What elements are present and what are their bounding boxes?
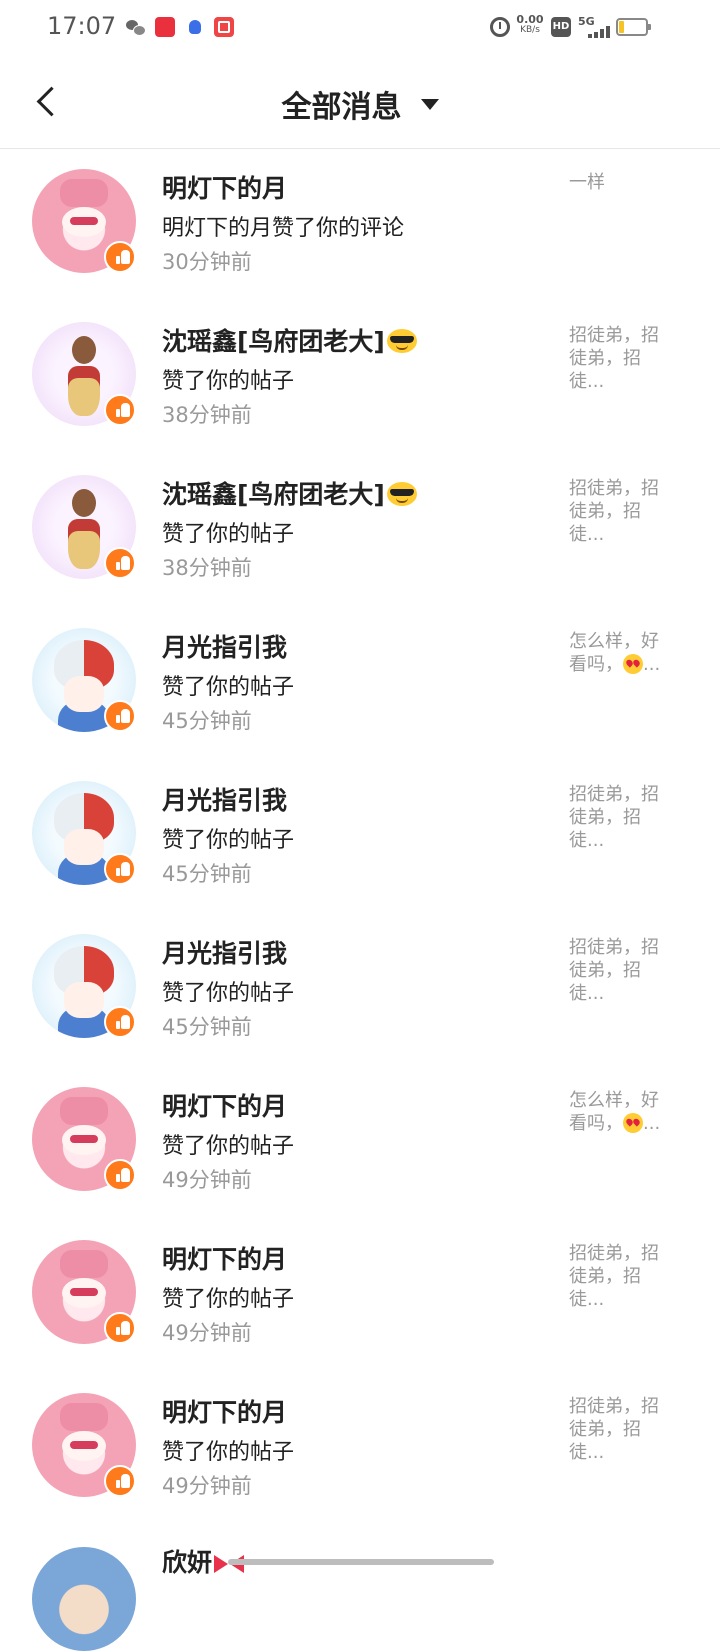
timestamp: 49分钟前 xyxy=(162,1321,252,1345)
action-text: 赞了你的帖子 xyxy=(162,1134,295,1159)
action-text: 赞了你的帖子 xyxy=(162,369,295,394)
battery-icon xyxy=(616,18,651,36)
sunglasses-emoji xyxy=(386,482,417,506)
page-title: 全部消息 xyxy=(281,90,402,125)
action-text: 赞了你的帖子 xyxy=(162,675,295,700)
avatar[interactable] xyxy=(32,1547,136,1651)
action-text: 赞了你的帖子 xyxy=(162,522,295,547)
user-name-text: 沈瑶鑫[鸟府团老大] xyxy=(162,480,385,509)
list-item[interactable]: 沈瑶鑫[鸟府团老大] 赞了你的帖子 38分钟前 招徒弟，招徒弟，招徒... xyxy=(0,302,720,455)
user-name-text: 月光指引我 xyxy=(162,786,288,815)
action-text: 明灯下的月赞了你的评论 xyxy=(162,216,405,241)
timestamp: 45分钟前 xyxy=(162,1015,252,1039)
post-preview[interactable]: 招徒弟，招徒弟，招徒... xyxy=(569,477,673,546)
timestamp: 49分钟前 xyxy=(162,1474,252,1498)
timestamp: 49分钟前 xyxy=(162,1168,252,1192)
user-name-text: 明灯下的月 xyxy=(162,1092,288,1121)
like-icon xyxy=(104,1159,136,1191)
post-preview[interactable]: 怎么样，好看吗，... xyxy=(569,630,673,676)
like-icon xyxy=(104,853,136,885)
post-preview[interactable]: 招徒弟，招徒弟，招徒... xyxy=(569,936,673,1005)
xiaohongshu-icon xyxy=(155,17,175,37)
preview-ellipsis: ... xyxy=(643,1113,661,1134)
user-name[interactable]: 月光指引我 xyxy=(162,781,287,817)
baidu-icon xyxy=(185,17,205,37)
like-icon xyxy=(104,1465,136,1497)
like-icon xyxy=(104,1312,136,1344)
user-name-text: 月光指引我 xyxy=(162,939,288,968)
user-name[interactable]: 明灯下的月 xyxy=(162,1240,287,1276)
user-name[interactable]: 明灯下的月 xyxy=(162,169,287,205)
user-name-text: 明灯下的月 xyxy=(162,1398,288,1427)
like-icon xyxy=(104,241,136,273)
status-time: 17:07 xyxy=(47,12,117,40)
action-text: 赞了你的帖子 xyxy=(162,1440,295,1465)
heart-eyes-emoji xyxy=(623,654,643,674)
action-text: 赞了你的帖子 xyxy=(162,828,295,853)
timestamp: 30分钟前 xyxy=(162,250,252,274)
post-preview[interactable]: 招徒弟，招徒弟，招徒... xyxy=(569,1395,673,1464)
alarm-icon xyxy=(490,17,510,37)
user-name-text: 月光指引我 xyxy=(162,633,288,662)
heart-eyes-emoji xyxy=(623,1113,643,1133)
list-item[interactable]: 月光指引我 赞了你的帖子 45分钟前 怎么样，好看吗，... xyxy=(0,608,720,761)
user-name-text: 欣妍 xyxy=(162,1548,213,1577)
status-bar: 17:07 0.00 KB/s HD 5G xyxy=(0,0,720,56)
post-preview[interactable]: 怎么样，好看吗，... xyxy=(569,1089,673,1135)
list-item[interactable]: 明灯下的月 明灯下的月赞了你的评论 30分钟前 一样 xyxy=(0,149,720,302)
timestamp: 38分钟前 xyxy=(162,403,252,427)
header: 全部消息 xyxy=(0,56,720,149)
post-preview[interactable]: 招徒弟，招徒弟，招徒... xyxy=(569,1242,673,1311)
post-preview[interactable]: 招徒弟，招徒弟，招徒... xyxy=(569,324,673,393)
preview-ellipsis: ... xyxy=(643,654,661,675)
user-name[interactable]: 明灯下的月 xyxy=(162,1087,287,1123)
hd-icon: HD xyxy=(551,17,571,37)
user-name-text: 明灯下的月 xyxy=(162,1245,288,1274)
like-icon xyxy=(104,700,136,732)
home-indicator[interactable] xyxy=(228,1559,494,1565)
message-filter-dropdown[interactable]: 全部消息 xyxy=(0,82,720,126)
network-speed-unit: KB/s xyxy=(520,25,540,35)
wechat-icon xyxy=(125,17,146,37)
user-name[interactable]: 沈瑶鑫[鸟府团老大] xyxy=(162,475,417,511)
triangle-down-icon xyxy=(420,98,439,110)
list-item[interactable]: 明灯下的月 赞了你的帖子 49分钟前 招徒弟，招徒弟，招徒... xyxy=(0,1220,720,1373)
user-name-text: 沈瑶鑫[鸟府团老大] xyxy=(162,327,385,356)
timestamp: 38分钟前 xyxy=(162,556,252,580)
list-item[interactable]: 月光指引我 赞了你的帖子 45分钟前 招徒弟，招徒弟，招徒... xyxy=(0,914,720,1067)
network-speed-value: 0.00 xyxy=(516,13,544,26)
list-item[interactable]: 明灯下的月 赞了你的帖子 49分钟前 招徒弟，招徒弟，招徒... xyxy=(0,1373,720,1526)
user-name-text: 明灯下的月 xyxy=(162,174,288,203)
video-app-icon xyxy=(214,17,234,37)
timestamp: 45分钟前 xyxy=(162,709,252,733)
user-name[interactable]: 月光指引我 xyxy=(162,628,287,664)
post-preview[interactable]: 招徒弟，招徒弟，招徒... xyxy=(569,783,673,852)
list-item[interactable]: 沈瑶鑫[鸟府团老大] 赞了你的帖子 38分钟前 招徒弟，招徒弟，招徒... xyxy=(0,455,720,608)
network-speed: 0.00 KB/s xyxy=(516,14,544,36)
user-name[interactable]: 明灯下的月 xyxy=(162,1393,287,1429)
signal-icon xyxy=(588,26,610,38)
action-text: 赞了你的帖子 xyxy=(162,981,295,1006)
sunglasses-emoji xyxy=(386,329,417,353)
action-text: 赞了你的帖子 xyxy=(162,1287,295,1312)
list-item[interactable]: 月光指引我 赞了你的帖子 45分钟前 招徒弟，招徒弟，招徒... xyxy=(0,761,720,914)
like-icon xyxy=(104,394,136,426)
user-name[interactable]: 沈瑶鑫[鸟府团老大] xyxy=(162,322,417,358)
user-name[interactable]: 月光指引我 xyxy=(162,934,287,970)
like-icon xyxy=(104,547,136,579)
list-item[interactable]: 明灯下的月 赞了你的帖子 49分钟前 怎么样，好看吗，... xyxy=(0,1067,720,1220)
timestamp: 45分钟前 xyxy=(162,862,252,886)
like-icon xyxy=(104,1006,136,1038)
post-preview[interactable]: 一样 xyxy=(569,171,673,194)
